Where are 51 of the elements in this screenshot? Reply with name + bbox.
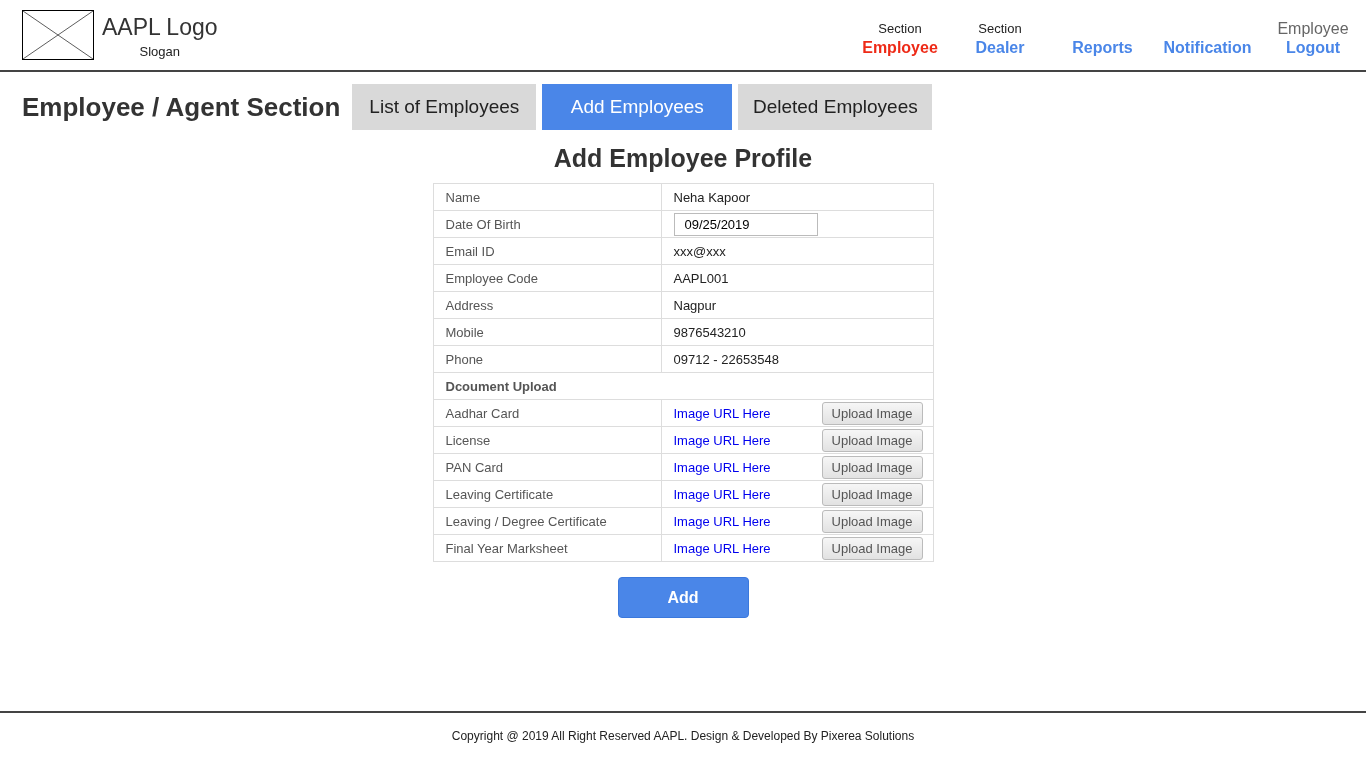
add-button[interactable]: Add: [617, 577, 749, 618]
field-value: AAPL001: [661, 264, 933, 292]
field-label: Address: [433, 291, 661, 319]
field-label: PAN Card: [433, 453, 661, 481]
page-title: Employee / Agent Section: [22, 91, 341, 123]
nav-caption: Section: [878, 21, 922, 36]
tab[interactable]: Deleted Employees: [738, 84, 933, 130]
field-label: Email ID: [433, 237, 661, 265]
slogan: Slogan: [139, 44, 180, 59]
field-label: Name: [433, 183, 661, 211]
nav-link[interactable]: Reports: [1072, 39, 1133, 57]
tab[interactable]: List of Employees: [352, 84, 537, 130]
field-value: 09712 - 22653548: [661, 345, 933, 373]
upload-button[interactable]: Upload Image: [821, 428, 923, 452]
field-value: Neha Kapoor: [661, 183, 933, 211]
logo-placeholder-icon: [22, 10, 94, 60]
field-label: Mobile: [433, 318, 661, 346]
form-title: Add Employee Profile: [553, 144, 813, 173]
section-heading: Dcoument Upload: [433, 372, 933, 400]
nav-caption: Section: [978, 21, 1022, 36]
copyright-text: Copyright @ 2019 All Right Reserved AAPL. Design & Developed By Pixerea Solutions: [451, 728, 915, 743]
field-label: Final Year Marksheet: [433, 534, 661, 562]
field-label: Date Of Birth: [433, 210, 661, 238]
nav-link[interactable]: Logout: [1285, 39, 1341, 57]
field-value: Nagpur: [661, 291, 933, 319]
image-url-link[interactable]: Image URL Here: [673, 405, 771, 421]
upload-button[interactable]: Upload Image: [821, 482, 923, 506]
upload-button[interactable]: Upload Image: [821, 401, 923, 425]
nav-link[interactable]: Dealer: [975, 39, 1025, 57]
field-label: Leaving Certificate: [433, 480, 661, 508]
image-url-link[interactable]: Image URL Here: [673, 486, 771, 502]
field-label: Phone: [433, 345, 661, 373]
upload-button[interactable]: Upload Image: [821, 455, 923, 479]
user-role: Employee: [1277, 20, 1349, 38]
logo-title: AAPL Logo: [102, 14, 218, 40]
image-url-link[interactable]: Image URL Here: [673, 513, 771, 529]
date-field[interactable]: 09/25/2019: [673, 212, 818, 236]
field-label: Employee Code: [433, 264, 661, 292]
field-value: xxx@xxx: [661, 237, 933, 265]
upload-button[interactable]: Upload Image: [821, 536, 923, 560]
nav-link[interactable]: Notification: [1163, 39, 1252, 57]
field-label: License: [433, 426, 661, 454]
tab[interactable]: Add Employees: [542, 84, 733, 130]
nav-link[interactable]: Employee: [862, 39, 938, 57]
upload-button[interactable]: Upload Image: [821, 509, 923, 533]
field-value: 9876543210: [661, 318, 933, 346]
image-url-link[interactable]: Image URL Here: [673, 540, 771, 556]
image-url-link[interactable]: Image URL Here: [673, 432, 771, 448]
field-label: Aadhar Card: [433, 399, 661, 427]
field-label: Leaving / Degree Certificate: [433, 507, 661, 535]
image-url-link[interactable]: Image URL Here: [673, 459, 771, 475]
